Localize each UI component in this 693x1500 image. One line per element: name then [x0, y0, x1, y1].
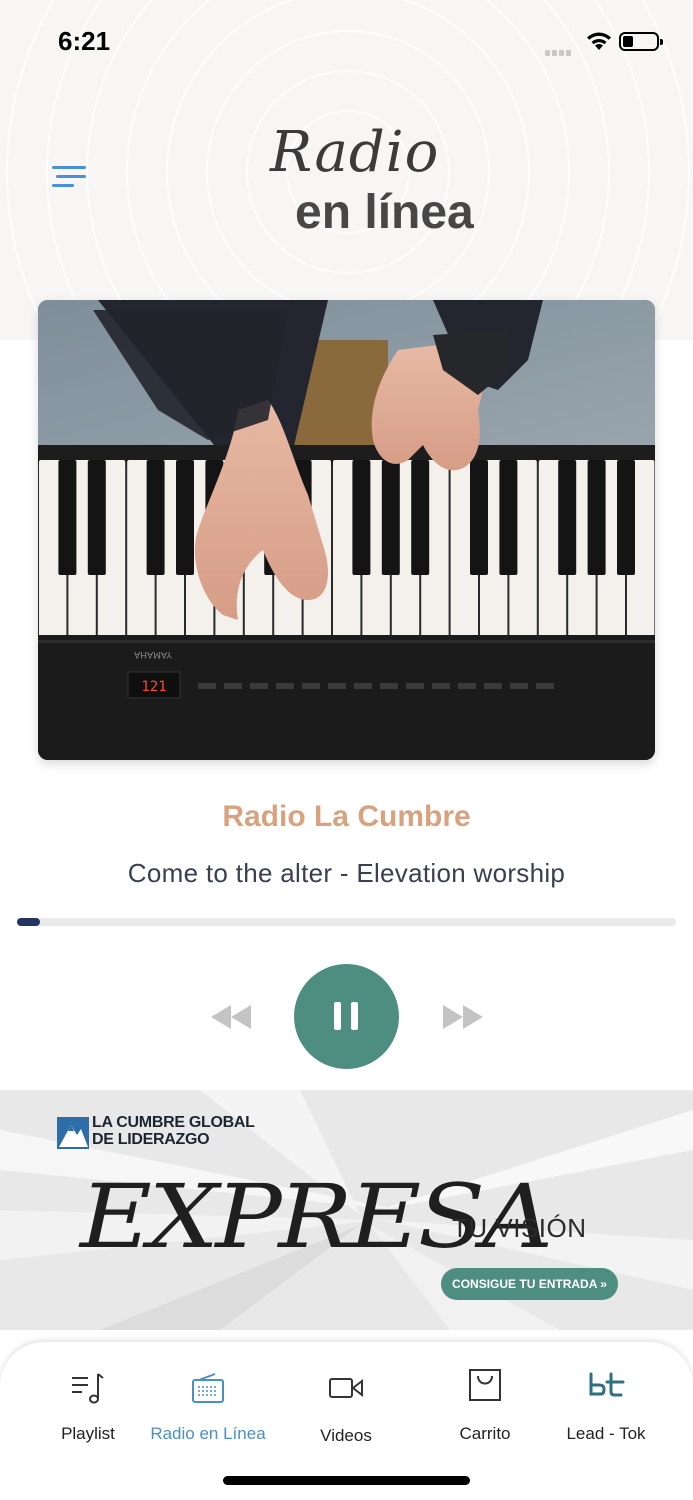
banner-brand: LA CUMBRE GLOBAL DE LIDERAZGO	[92, 1114, 255, 1148]
battery-icon	[619, 32, 663, 51]
progress-bar-fill	[17, 918, 41, 926]
page-title-line2: en línea	[295, 186, 474, 239]
home-indicator	[223, 1476, 470, 1485]
cellular-signal-icon	[545, 43, 573, 61]
get-ticket-button[interactable]: CONSIGUE TU ENTRADA »	[441, 1268, 618, 1300]
tab-label: Lead - Tok	[566, 1424, 646, 1443]
fast-forward-button[interactable]	[441, 1003, 485, 1031]
tab-carrito[interactable]: Carrito	[440, 1342, 530, 1462]
piano-brand-text: YAMAHA	[133, 649, 173, 659]
radio-icon	[192, 1373, 224, 1403]
tab-label: Playlist	[61, 1424, 115, 1443]
status-bar: 6:21	[0, 0, 693, 84]
piano-display-readout: 121	[141, 679, 166, 695]
tab-videos[interactable]: Videos	[300, 1342, 392, 1462]
status-time: 6:21	[58, 26, 111, 56]
header: 6:21 Radio en línea	[0, 0, 693, 340]
pause-icon	[334, 1002, 341, 1030]
tab-label: Carrito	[459, 1424, 511, 1443]
mountain-logo-icon	[57, 1117, 89, 1149]
rewind-icon	[211, 1005, 251, 1029]
menu-button[interactable]	[52, 166, 86, 192]
station-name: Radio La Cumbre	[222, 800, 471, 833]
video-camera-icon	[329, 1378, 363, 1398]
tab-label: Videos	[320, 1426, 372, 1445]
fast-forward-icon	[443, 1005, 483, 1029]
rewind-button[interactable]	[209, 1003, 253, 1031]
music-note-icon	[72, 1373, 104, 1404]
cart-icon	[469, 1369, 501, 1401]
wifi-icon	[585, 30, 613, 57]
pause-button[interactable]	[294, 964, 399, 1069]
lead-tok-logo-icon	[589, 1372, 625, 1397]
progress-bar[interactable]	[17, 918, 676, 926]
song-title: Come to the alter - Elevation worship	[127, 858, 566, 888]
promo-banner[interactable]: LA CUMBRE GLOBAL DE LIDERAZGO EXPRESA TU…	[0, 1090, 693, 1330]
tab-label: Radio en Línea	[150, 1424, 266, 1443]
banner-subline: TU VISIÓN	[452, 1213, 587, 1243]
album-cover-image: 121 YAMAHA	[38, 300, 655, 760]
page-title-line1: Radio	[270, 120, 440, 185]
tab-radio-en-linea[interactable]: Radio en Línea	[146, 1342, 270, 1462]
tab-playlist[interactable]: Playlist	[40, 1342, 136, 1462]
tab-lead-tok[interactable]: Lead - Tok	[556, 1342, 656, 1462]
